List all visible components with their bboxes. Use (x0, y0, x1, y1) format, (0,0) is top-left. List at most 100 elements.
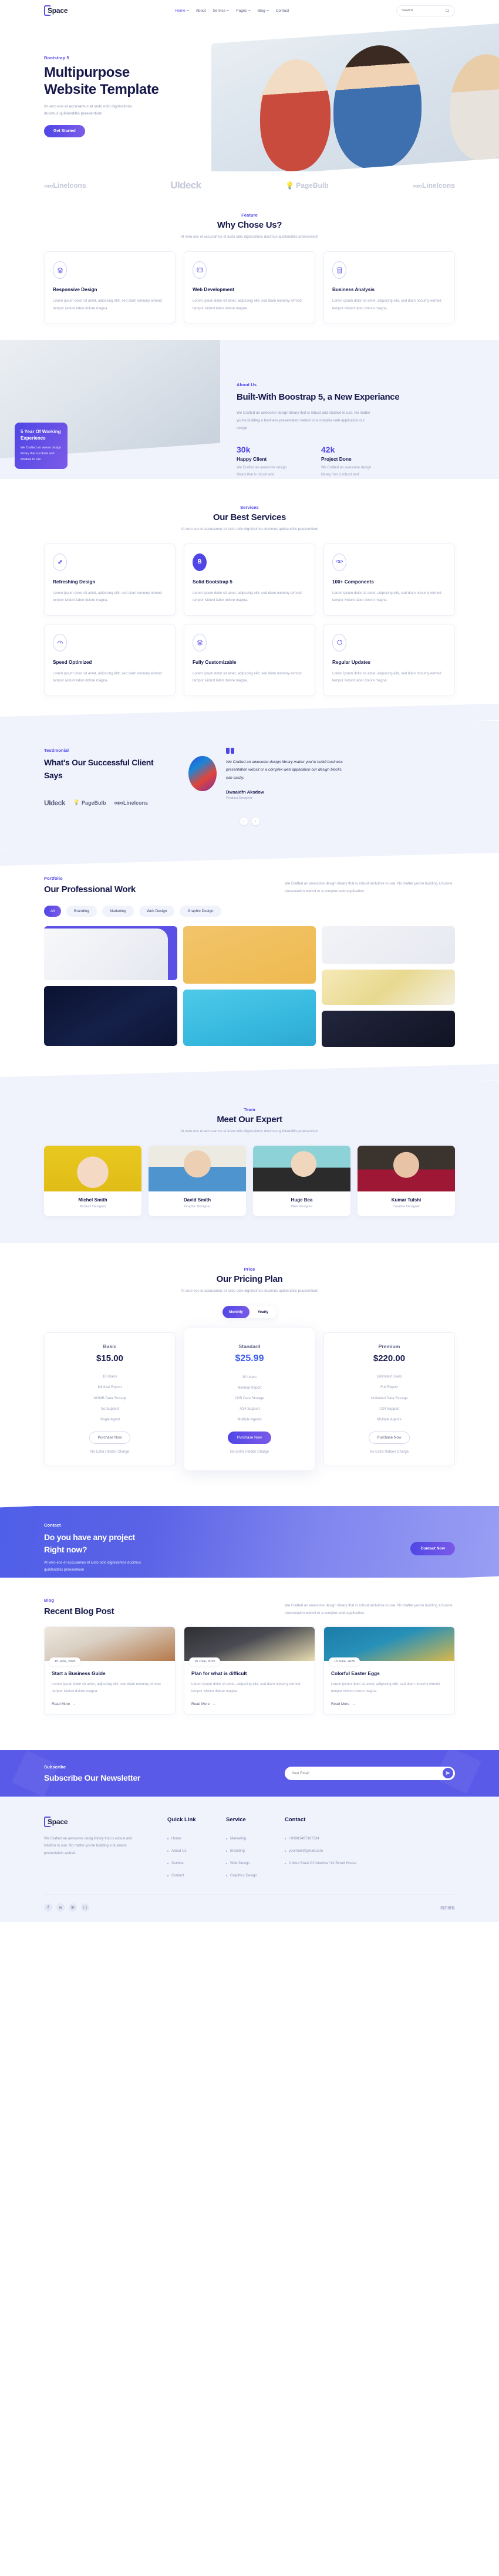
portfolio-item[interactable] (183, 926, 316, 984)
filter-graphic-design[interactable]: Graphic Design (180, 906, 221, 917)
blog-post[interactable]: 15 June, 2025 Start a Business Guide Lor… (44, 1626, 176, 1715)
footer-link[interactable]: Marketing (226, 1832, 285, 1845)
services-section: Services Our Best Services At vero eos e… (0, 479, 499, 713)
about-title: Built-With Boostrap 5, a New Experiance (237, 392, 400, 403)
portfolio-item[interactable] (183, 990, 316, 1046)
contact-now-button[interactable]: Contact Now (410, 1541, 455, 1555)
linkedin-icon[interactable]: in (69, 1903, 77, 1912)
portfolio-item[interactable] (322, 926, 455, 964)
footer-logo[interactable]: Space (44, 1816, 167, 1827)
plan-feature: Multiple Agents (237, 1417, 262, 1422)
footer-link[interactable]: Service (167, 1857, 226, 1869)
team-member[interactable]: David Smith Graphic Designer (149, 1146, 246, 1217)
purchase-button[interactable]: Purchase Now (227, 1432, 272, 1444)
purchase-button[interactable]: Purchase Now (368, 1431, 410, 1444)
get-started-button[interactable]: Get Started (44, 124, 85, 137)
plan-feature: Unlimited Users (376, 1375, 402, 1379)
blog-post[interactable]: 15 June, 2025 Colorful Easter Eggs Lorem… (323, 1626, 455, 1715)
site-header: Space Home About Service Pages Blog Cont… (0, 0, 499, 21)
footer-link[interactable]: Contact (167, 1869, 226, 1882)
team-member[interactable]: Kumar Tulshi Creative Designer (358, 1146, 455, 1217)
infinity-icon: ∞∞ (413, 181, 422, 190)
portfolio-item[interactable] (44, 926, 177, 981)
feature-card-text: Lorem ipsum dolor sit amet, adipscing el… (193, 299, 302, 310)
portfolio-item[interactable] (44, 986, 177, 1046)
subscribe-form[interactable] (285, 1766, 455, 1780)
toggle-monthly[interactable]: Monthly (222, 1305, 250, 1318)
toggle-yearly[interactable]: Yearly (250, 1306, 277, 1318)
footer-contact-email[interactable]: yourmail@gmail.com (285, 1845, 408, 1857)
portfolio-item[interactable] (322, 970, 455, 1005)
nav-item-service[interactable]: Service (213, 9, 230, 13)
nav-item-home[interactable]: Home (175, 9, 189, 13)
footer-link[interactable]: Web Design (226, 1857, 285, 1869)
feature-card[interactable]: Business Analysis Lorem ipsum dolor sit … (323, 251, 455, 324)
search-input[interactable] (402, 9, 443, 12)
filter-all[interactable]: All (44, 906, 62, 917)
footer-contact-phone[interactable]: +00983467367234 (285, 1832, 408, 1845)
member-name: Huge Bea (291, 1197, 313, 1203)
team-member[interactable]: Michel Smith Product Designer (44, 1146, 141, 1217)
service-card[interactable]: Speed Optimized Lorem ipsum dolor sit am… (44, 623, 176, 696)
services-eyebrow: Services (240, 504, 259, 510)
send-button[interactable] (443, 1768, 453, 1779)
blog-post[interactable]: 15 June, 2025 Plan for what is difficult… (184, 1626, 315, 1715)
feature-card[interactable]: Responsive Design Lorem ipsum dolor sit … (44, 251, 176, 324)
nav-item-contact[interactable]: Contact (276, 9, 289, 13)
email-input[interactable] (292, 1771, 443, 1775)
portfolio-description: We Crafted an awesome design library tha… (285, 882, 453, 893)
nav-item-pages[interactable]: Pages (236, 8, 251, 13)
plan-feature: Single Agent (99, 1417, 120, 1422)
filter-marketing[interactable]: Marketing (102, 906, 134, 917)
service-card[interactable]: B Solid Bootstrap 5 Lorem ipsum dolor si… (184, 543, 315, 616)
footer-link[interactable]: Graphics Design (226, 1869, 285, 1882)
service-card[interactable]: <S> 100+ Components Lorem ipsum dolor si… (323, 543, 455, 616)
filter-branding[interactable]: Branding (66, 906, 97, 917)
member-role: Creative Designer (392, 1205, 420, 1209)
portfolio-item[interactable] (322, 1011, 455, 1048)
footer-link[interactable]: Branding (226, 1845, 285, 1857)
speed-gauge-icon (53, 633, 67, 651)
team-member[interactable]: Huge Bea Web Designer (253, 1146, 350, 1217)
read-more-link[interactable]: Read More → (191, 1702, 308, 1706)
service-card[interactable]: Regular Updates Lorem ipsum dolor sit am… (323, 623, 455, 696)
feature-section: Feature Why Chose Us? At vero eos et acc… (0, 196, 499, 340)
post-photo: 15 June, 2025 (324, 1627, 454, 1666)
footer-heading: Service (226, 1816, 246, 1823)
logo[interactable]: Space (44, 5, 68, 16)
purchase-button[interactable]: Purchase Now (89, 1431, 131, 1444)
service-card[interactable]: Fully Customizable Lorem ipsum dolor sit… (184, 623, 315, 696)
nav-item-blog[interactable]: Blog (258, 9, 269, 13)
billing-toggle[interactable]: Monthly Yearly (222, 1305, 277, 1318)
instagram-icon[interactable]: ▢ (81, 1903, 89, 1912)
infinity-icon: ∞∞ (44, 181, 53, 190)
member-role: Product Designer (79, 1205, 106, 1209)
testimonial-title: What's Our Successful Client Says (44, 757, 154, 780)
plan-feature: 30 Users (242, 1375, 257, 1379)
plan-price: $220.00 (373, 1353, 406, 1364)
footer-contact-address[interactable]: United State Of America *12 Street House (285, 1857, 408, 1869)
bulb-icon: 💡 (285, 181, 295, 190)
footer-link[interactable]: Home (167, 1832, 226, 1845)
read-more-link[interactable]: Read More → (331, 1702, 447, 1706)
services-cards: Refreshing Design Lorem ipsum dolor sit … (44, 543, 455, 696)
filter-web-design[interactable]: Web Design (139, 906, 175, 917)
facebook-icon[interactable]: f (44, 1903, 52, 1912)
person-3 (449, 52, 499, 163)
services-header: Services Our Best Services At vero eos e… (153, 505, 346, 533)
layers-icon (193, 633, 207, 651)
testimonial-body: We Crafted an awesome design library mat… (226, 747, 343, 807)
nav-item-about[interactable]: About (196, 9, 206, 13)
nav-label: Pages (236, 8, 247, 13)
testimonial-prev-button[interactable]: ‹ (240, 818, 248, 826)
service-card[interactable]: Refreshing Design Lorem ipsum dolor sit … (44, 543, 176, 616)
search-box[interactable] (396, 5, 455, 16)
read-more-link[interactable]: Read More → (52, 1702, 168, 1706)
testimonial-next-button[interactable]: › (251, 818, 259, 826)
footer-link[interactable]: About Us (167, 1845, 226, 1857)
feature-card[interactable]: Web Development Lorem ipsum dolor sit am… (184, 251, 315, 324)
arrow-right-icon: → (352, 1701, 356, 1706)
brand-label: PageBulb (81, 799, 106, 806)
twitter-icon[interactable]: w (56, 1903, 65, 1912)
chevron-down-icon (266, 10, 269, 11)
